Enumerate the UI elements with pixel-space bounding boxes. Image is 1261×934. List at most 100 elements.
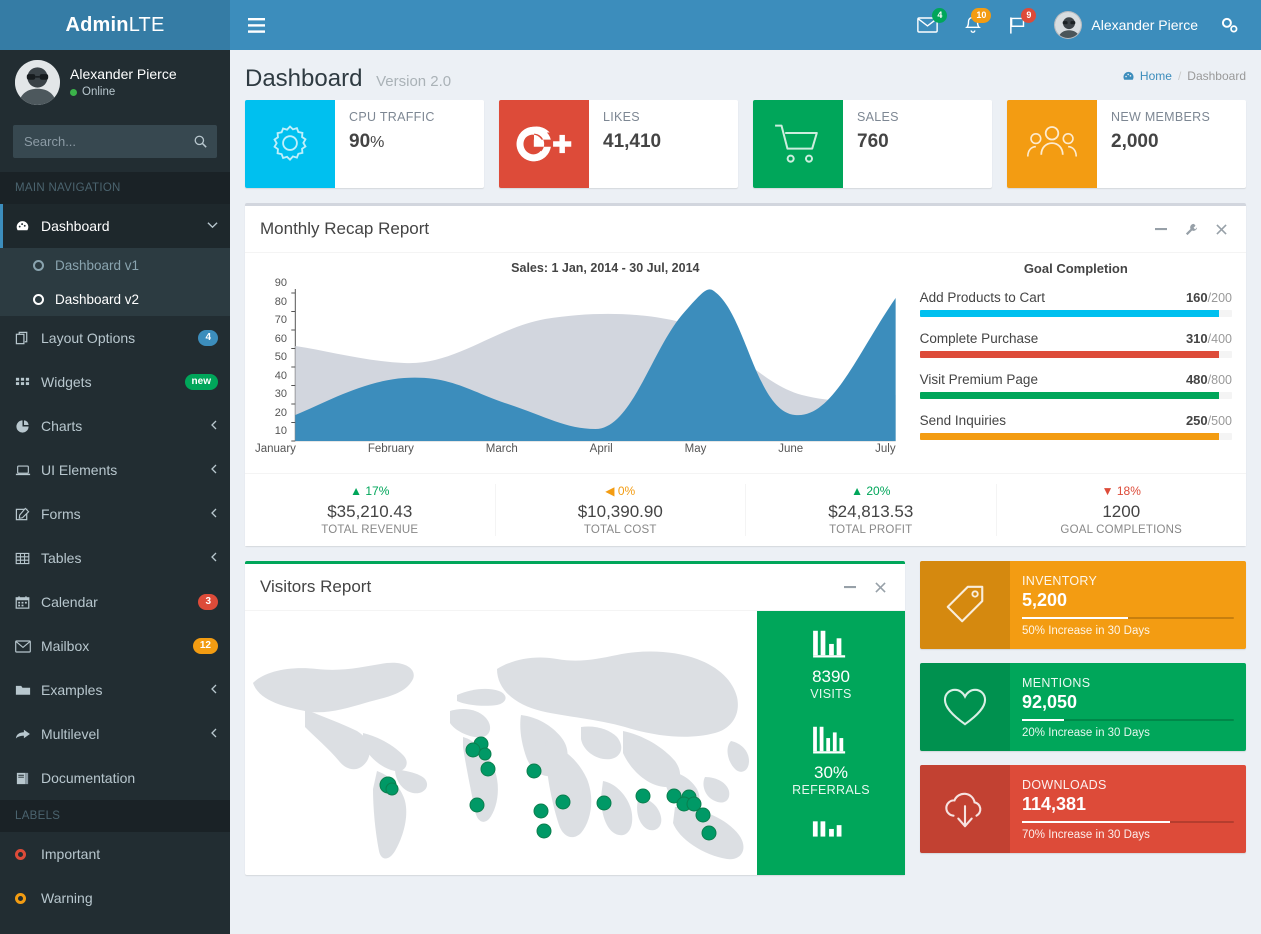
sidebar-item-dashboard-wrapper: Dashboard Dashboard v1 Dashboard v2 xyxy=(0,204,230,316)
sidebar-item-forms[interactable]: Forms xyxy=(0,492,230,536)
stat-delta: ▲ 17% xyxy=(251,484,489,498)
sidebar-item-widgets[interactable]: Widgets new xyxy=(0,360,230,404)
stat-total-revenue: ▲ 17% $35,210.43 TOTAL REVENUE xyxy=(245,484,496,536)
visitors-stats-panel: 8390 VISITS 30% REFERRALS xyxy=(757,611,905,875)
goal-total: /800 xyxy=(1207,373,1232,387)
sidebar-item-badge: 12 xyxy=(192,638,218,654)
goal-total: /500 xyxy=(1207,414,1232,428)
heart-icon xyxy=(920,663,1010,751)
info-box-progress xyxy=(1022,718,1234,721)
settings-button[interactable] xyxy=(1178,217,1204,241)
sidebar-item-layout-options[interactable]: Layout Options 4 xyxy=(0,316,230,360)
sidebar-item-examples[interactable]: Examples xyxy=(0,668,230,712)
sidebar-item-label: Examples xyxy=(41,682,103,698)
sidebar-item-calendar[interactable]: Calendar 3 xyxy=(0,580,230,624)
sidebar-item-charts[interactable]: Charts xyxy=(0,404,230,448)
circle-o-icon xyxy=(33,293,44,305)
chart-y-tick: 40 xyxy=(274,369,287,382)
search-icon xyxy=(194,135,207,148)
chart-y-tick: 20 xyxy=(274,406,287,419)
tasks-menu-button[interactable]: 9 xyxy=(995,0,1040,50)
book-icon xyxy=(15,771,41,786)
info-box-mentions[interactable]: MENTIONS 92,050 20% Increase in 30 Days xyxy=(920,663,1246,751)
sidebar-item-badge: 3 xyxy=(198,594,218,610)
sidebar-user-panel: Alexander Pierce Online xyxy=(0,50,230,115)
sidebar-item-dashboard-v1[interactable]: Dashboard v1 xyxy=(0,248,230,282)
goal-row: Add Products to Cart 160/200 xyxy=(919,290,1232,317)
info-box-progress xyxy=(1022,820,1234,823)
remove-button[interactable] xyxy=(1208,217,1234,241)
sidebar-search-form xyxy=(13,125,217,158)
goal-progress-bar xyxy=(919,351,1232,358)
sidebar-item-documentation[interactable]: Documentation xyxy=(0,756,230,800)
sidebar-item-dashboard[interactable]: Dashboard xyxy=(0,204,230,248)
stat-box-number: 90 xyxy=(349,131,371,152)
circle-o-icon xyxy=(15,848,41,860)
sidebar-item-warning[interactable]: Warning xyxy=(0,876,230,920)
sidebar-avatar xyxy=(15,60,60,105)
info-box-progress xyxy=(1022,616,1234,619)
top-navbar: 4 10 9 Alexander Pierce xyxy=(230,0,1261,50)
sidebar-item-multilevel[interactable]: Multilevel xyxy=(0,712,230,756)
stat-total-profit: ▲ 20% $24,813.53 TOTAL PROFIT xyxy=(746,484,997,536)
files-icon xyxy=(15,331,41,346)
info-box-downloads[interactable]: DOWNLOADS 114,381 70% Increase in 30 Day… xyxy=(920,765,1246,853)
sidebar-item-label: Dashboard xyxy=(41,218,110,234)
gear-icon xyxy=(245,100,335,188)
remove-button[interactable] xyxy=(867,575,893,599)
table-icon xyxy=(15,551,41,566)
world-map[interactable] xyxy=(245,611,757,866)
info-box-value: 92,050 xyxy=(1022,691,1078,712)
brand-logo-light: LTE xyxy=(128,13,165,36)
stat-box-cpu-traffic[interactable]: CPU TRAFFIC 90% xyxy=(245,100,484,188)
messages-menu-button[interactable]: 4 xyxy=(904,0,951,50)
tasks-badge: 9 xyxy=(1021,8,1037,23)
bar-chart-icon xyxy=(765,627,897,659)
monthly-recap-body: Sales: 1 Jan, 2014 - 30 Jul, 2014 90 80 … xyxy=(245,253,1246,473)
notifications-menu-button[interactable]: 10 xyxy=(951,0,995,50)
sidebar-item-label: Multilevel xyxy=(41,726,100,742)
stat-box-new-members[interactable]: NEW MEMBERS 2,000 xyxy=(1007,100,1246,188)
sidebar-item-dashboard-v2[interactable]: Dashboard v2 xyxy=(0,282,230,316)
user-menu-button[interactable]: Alexander Pierce xyxy=(1040,0,1212,50)
stat-label: TOTAL COST xyxy=(583,524,657,536)
stat-box-sales[interactable]: SALES 760 xyxy=(753,100,992,188)
breadcrumb-home-link[interactable]: Home xyxy=(1122,69,1172,83)
visitors-stat-label: VISITS xyxy=(810,687,852,701)
stat-box-title: SALES xyxy=(857,110,899,124)
chart-y-tick: 60 xyxy=(274,332,287,345)
caret-down-icon: ▼ xyxy=(1101,484,1114,498)
chart-y-tick: 90 xyxy=(274,277,287,289)
sidebar-user-status: Online xyxy=(70,84,177,100)
stat-boxes-row: CPU TRAFFIC 90% LIKES 41,410 SALES 760 N… xyxy=(245,100,1246,188)
dashboard-icon xyxy=(1123,71,1134,80)
sidebar-item-mailbox[interactable]: Mailbox 12 xyxy=(0,624,230,668)
stat-box-likes[interactable]: LIKES 41,410 xyxy=(499,100,738,188)
goal-row: Send Inquiries 250/500 xyxy=(919,413,1232,440)
sidebar-submenu-dashboard: Dashboard v1 Dashboard v2 xyxy=(0,248,230,316)
sidebar-toggle-button[interactable] xyxy=(230,0,282,50)
collapse-button[interactable] xyxy=(837,575,863,599)
goal-label: Add Products to Cart xyxy=(919,290,1045,305)
sidebar-item-tables[interactable]: Tables xyxy=(0,536,230,580)
chevron-left-icon xyxy=(210,552,218,565)
info-box-inventory[interactable]: INVENTORY 5,200 50% Increase in 30 Days xyxy=(920,561,1246,649)
sidebar-item-ui-elements[interactable]: UI Elements xyxy=(0,448,230,492)
stat-value: 1200 xyxy=(1102,502,1141,521)
content-wrapper: Dashboard Version 2.0 Home / Dashboard C… xyxy=(230,50,1261,934)
tag-icon xyxy=(920,561,1010,649)
chart-y-tick: 50 xyxy=(274,351,287,363)
stat-value: $10,390.90 xyxy=(577,502,663,521)
page-title-text: Dashboard xyxy=(245,65,363,92)
cart-icon xyxy=(753,100,843,188)
search-submit-button[interactable] xyxy=(185,126,216,157)
control-sidebar-toggle[interactable] xyxy=(1212,0,1255,50)
sidebar-item-important[interactable]: Important xyxy=(0,832,230,876)
sidebar-item-label: Widgets xyxy=(41,374,92,390)
gears-icon xyxy=(1221,17,1238,33)
chart-x-tick: March xyxy=(485,443,518,455)
collapse-button[interactable] xyxy=(1148,217,1174,241)
brand-logo[interactable]: Admin LTE xyxy=(0,0,230,50)
sidebar-item-label: Layout Options xyxy=(41,330,136,346)
stat-box-value: 90% xyxy=(349,131,470,153)
